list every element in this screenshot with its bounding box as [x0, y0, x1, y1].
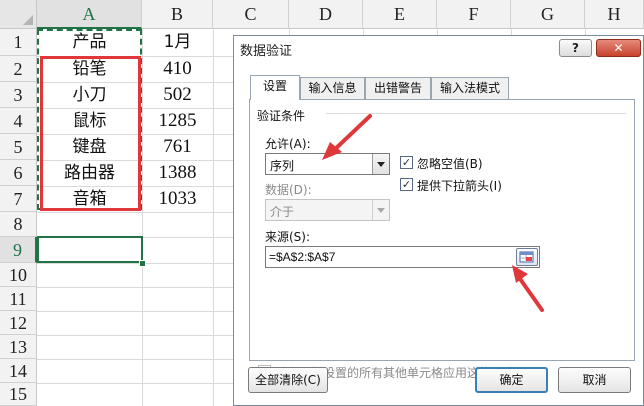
checkmark-icon: ✓: [401, 178, 412, 191]
allow-label: 允许(A):: [265, 137, 311, 151]
row-header-12[interactable]: 12: [0, 311, 37, 335]
row-header-5[interactable]: 5: [0, 134, 37, 160]
allow-select-value: 序列: [270, 159, 295, 173]
row-header-9[interactable]: 9: [0, 237, 37, 263]
cell-b5[interactable]: 761: [142, 134, 213, 160]
row-header-14[interactable]: 14: [0, 359, 37, 383]
chevron-down-icon: [377, 208, 385, 213]
ok-button[interactable]: 确定: [475, 367, 548, 393]
column-header-g[interactable]: G: [511, 0, 585, 29]
data-select-value: 介于: [270, 205, 295, 219]
data-select[interactable]: 介于: [265, 199, 390, 221]
annotation-arrow-icon: [512, 265, 544, 312]
data-dropdown-button[interactable]: [372, 200, 389, 220]
data-label: 数据(D):: [265, 183, 312, 197]
highlight-box: [40, 56, 141, 211]
select-all-corner[interactable]: [0, 0, 37, 29]
row-header-10[interactable]: 10: [0, 263, 37, 287]
row-header-6[interactable]: 6: [0, 160, 37, 186]
column-header-b[interactable]: B: [142, 0, 213, 29]
row-header-2[interactable]: 2: [0, 56, 37, 82]
source-input[interactable]: [269, 249, 507, 265]
dropdown-arrow-label[interactable]: 提供下拉箭头(I): [417, 177, 502, 194]
tab-error-alert[interactable]: 出错警告: [365, 77, 431, 99]
row-header-4[interactable]: 4: [0, 108, 37, 134]
gridline: [213, 29, 214, 406]
clear-all-button[interactable]: 全部清除(C): [248, 367, 328, 393]
column-header-e[interactable]: E: [363, 0, 437, 29]
chevron-down-icon: [377, 162, 385, 167]
settings-panel: 验证条件 允许(A): 序列 ✓ 忽略空值(B) ✓ 提供下拉箭头(I) 数据(…: [249, 99, 635, 380]
tab-ime-mode[interactable]: 输入法模式: [431, 77, 509, 99]
cell-b6[interactable]: 1388: [142, 160, 213, 186]
active-cell-a9[interactable]: [37, 236, 143, 263]
source-field[interactable]: [265, 246, 540, 268]
select-all-triangle-icon: [23, 15, 33, 25]
cell-b3[interactable]: 502: [142, 82, 213, 108]
column-header-f[interactable]: F: [437, 0, 511, 29]
column-header-d[interactable]: D: [289, 0, 363, 29]
allow-dropdown-button[interactable]: [372, 154, 389, 174]
row-header-15[interactable]: 15: [0, 383, 37, 406]
help-button[interactable]: ?: [559, 39, 592, 57]
cell-b4[interactable]: 1285: [142, 108, 213, 134]
annotation-arrow-icon: [322, 114, 372, 160]
ignore-blank-checkbox[interactable]: ✓: [400, 156, 413, 169]
column-header-h[interactable]: H: [585, 0, 644, 29]
cell-b1[interactable]: 1月: [142, 29, 213, 56]
cell-b2[interactable]: 410: [142, 56, 213, 82]
row-header-11[interactable]: 11: [0, 287, 37, 311]
close-button[interactable]: ✕: [596, 39, 641, 57]
title-bar[interactable]: 数据验证 ? ✕: [234, 36, 643, 62]
tab-input-message[interactable]: 输入信息: [300, 77, 365, 99]
cell-b7[interactable]: 1033: [142, 186, 213, 212]
ignore-blank-label[interactable]: 忽略空值(B): [417, 155, 483, 172]
fill-handle[interactable]: [139, 260, 146, 267]
row-header-3[interactable]: 3: [0, 82, 37, 108]
dialog-title: 数据验证: [240, 44, 293, 59]
row-header-7[interactable]: 7: [0, 186, 37, 212]
cancel-button[interactable]: 取消: [558, 367, 631, 393]
column-header-c[interactable]: C: [213, 0, 289, 29]
column-header-a[interactable]: A: [37, 0, 142, 29]
tab-settings[interactable]: 设置: [250, 75, 300, 100]
row-header-8[interactable]: 8: [0, 212, 37, 237]
row-header-13[interactable]: 13: [0, 335, 37, 359]
group-label: 验证条件: [257, 109, 306, 123]
source-label: 来源(S):: [265, 230, 311, 244]
row-header-1[interactable]: 1: [0, 29, 37, 56]
checkmark-icon: ✓: [401, 156, 412, 169]
dropdown-arrow-checkbox[interactable]: ✓: [400, 178, 413, 191]
data-validation-dialog: 数据验证 ? ✕ 设置 输入信息 出错警告 输入法模式 验证条件 允许(A): …: [233, 35, 644, 406]
